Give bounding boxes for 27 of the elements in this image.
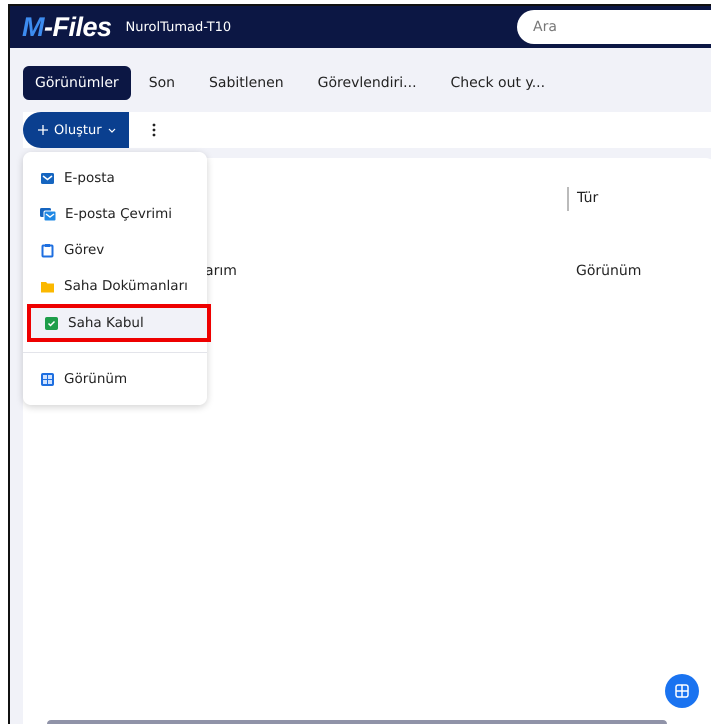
tab[interactable]: Görevlendiri... [306,66,429,100]
mail-icon [40,206,56,222]
mail-icon [40,170,55,186]
grid-icon [40,372,55,386]
checkbox-icon [44,316,59,330]
vault-name: NurolTumad-T10 [126,20,232,34]
view-button[interactable] [665,674,699,708]
table-cell-text: arım [205,263,238,279]
menu-item[interactable]: E-posta Çevrimi [23,196,207,232]
table-cell: Görünüm [576,263,642,279]
create-button[interactable]: Oluştur [23,112,129,148]
app-logo: M-Files [22,12,112,42]
menu-item[interactable]: Görev [23,232,207,268]
column-header[interactable]: Tür [567,187,598,211]
grid-icon [675,684,689,698]
tab[interactable]: Sabitlenen [197,66,296,100]
menu-item[interactable]: Saha Dokümanları [23,268,207,304]
menu-item[interactable]: E-posta [23,160,207,196]
menu-item[interactable]: Saha Kabul [27,304,211,342]
tab[interactable]: Son [136,66,188,100]
plus-icon [37,124,49,136]
tab[interactable]: Check out y... [438,66,558,100]
menu-item[interactable]: Görünüm [23,361,207,397]
more-icon [152,123,156,137]
tab[interactable]: Görünümler [23,66,131,100]
search-field[interactable]: Ara [517,10,711,44]
clipboard-icon [40,242,55,258]
